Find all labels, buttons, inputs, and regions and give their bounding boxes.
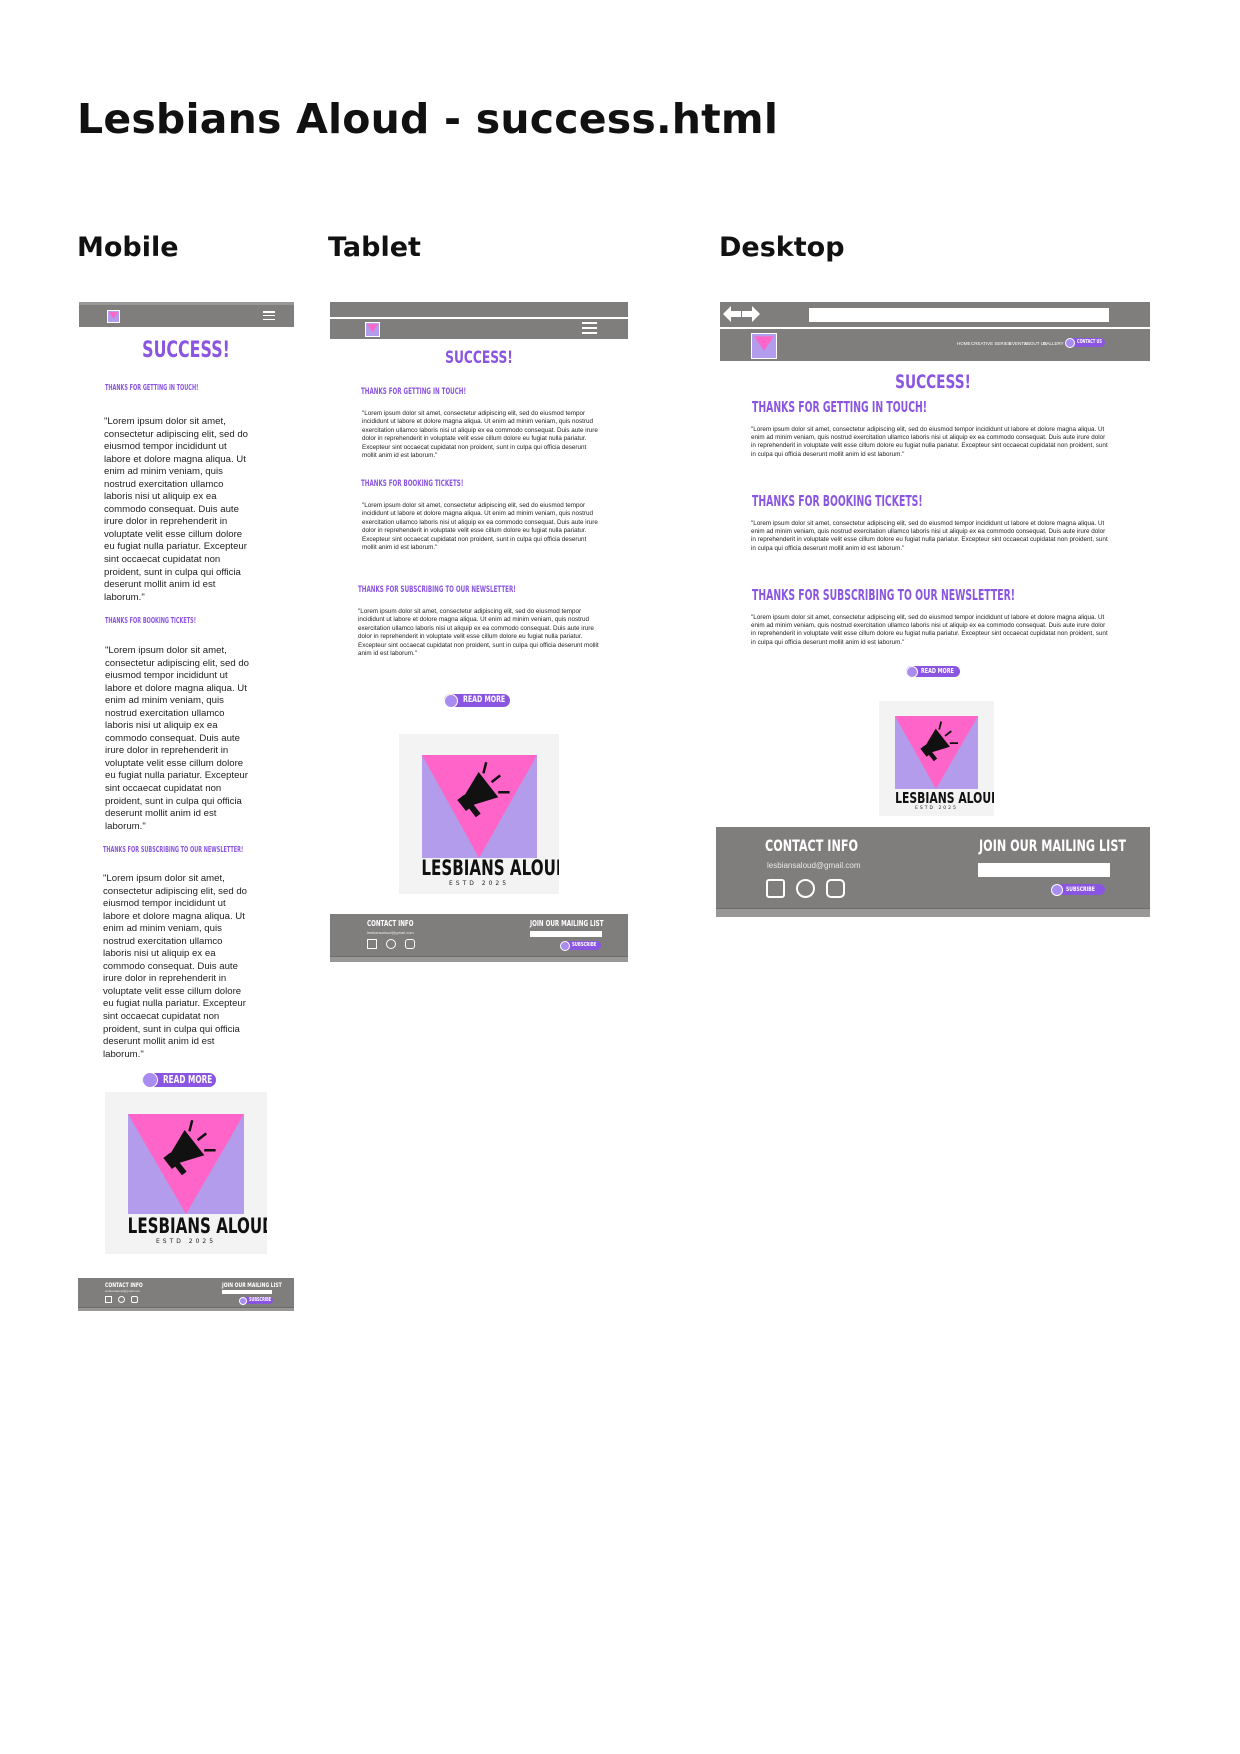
desktop-logo-name: LESBIANS ALOUD bbox=[895, 789, 994, 807]
desktop-section-text: "Lorem ipsum dolor sit amet, consectetur… bbox=[751, 520, 1108, 552]
page-title: Lesbians Aloud - success.html bbox=[77, 95, 779, 143]
desktop-logo-card: LESBIANS ALOUD ESTD 2025 bbox=[879, 701, 994, 816]
mobile-section-title: THANKS FOR GETTING IN TOUCH! bbox=[105, 383, 199, 392]
mobile-logo-name: LESBIANS ALOUD bbox=[127, 1214, 267, 1238]
desktop-contact-title: CONTACT INFO bbox=[765, 836, 859, 855]
desktop-read-more-button[interactable]: READ MORE bbox=[906, 666, 960, 678]
desktop-section-title: THANKS FOR GETTING IN TOUCH! bbox=[752, 398, 928, 416]
mobile-email[interactable]: lesbiansaloud@gmail.com bbox=[105, 1289, 140, 1293]
mobile-section-title: THANKS FOR SUBSCRIBING TO OUR NEWSLETTER… bbox=[103, 845, 244, 854]
mobile-logo-est: ESTD 2025 bbox=[155, 1238, 217, 1245]
mobile-mockup: SUCCESS! THANKS FOR GETTING IN TOUCH! "L… bbox=[78, 302, 294, 1312]
url-bar[interactable] bbox=[809, 308, 1109, 322]
tablet-read-more-button[interactable]: READ MORE bbox=[444, 694, 510, 708]
desktop-section-title: THANKS FOR SUBSCRIBING TO OUR NEWSLETTER… bbox=[752, 586, 1015, 604]
mobile-section-title: THANKS FOR BOOKING TICKETS! bbox=[105, 616, 196, 625]
tablet-contact-title: CONTACT INFO bbox=[367, 919, 414, 928]
tablet-label: Tablet bbox=[328, 232, 421, 263]
tablet-section-text: "Lorem ipsum dolor sit amet, consectetur… bbox=[358, 608, 599, 658]
mobile-contact-title: CONTACT INFO bbox=[105, 1281, 143, 1289]
desktop-label: Desktop bbox=[719, 232, 845, 263]
tablet-section-title: THANKS FOR SUBSCRIBING TO OUR NEWSLETTER… bbox=[358, 585, 516, 595]
x-icon[interactable] bbox=[118, 1296, 125, 1303]
nav-link-home[interactable]: HOME bbox=[957, 341, 971, 346]
tablet-mailing-input[interactable] bbox=[530, 931, 602, 937]
tablet-navbar bbox=[330, 319, 628, 339]
tablet-section-title: THANKS FOR GETTING IN TOUCH! bbox=[361, 387, 467, 397]
tablet-top-strip bbox=[330, 302, 628, 317]
tablet-email[interactable]: lesbiansaloud@gmail.com bbox=[367, 930, 414, 935]
tablet-mockup: SUCCESS! THANKS FOR GETTING IN TOUCH! "L… bbox=[330, 302, 628, 962]
tablet-success-heading: SUCCESS! bbox=[445, 348, 513, 368]
mobile-section-text: "Lorem ipsum dolor sit amet, consectetur… bbox=[103, 873, 247, 1060]
desktop-mailing-title: JOIN OUR MAILING LIST bbox=[979, 836, 1127, 855]
tablet-logo-est: ESTD 2025 bbox=[448, 880, 510, 887]
tablet-mailing-title: JOIN OUR MAILING LIST bbox=[530, 919, 604, 928]
tablet-logo-card: LESBIANS ALOUD ESTD 2025 bbox=[399, 734, 559, 894]
tablet-footer: CONTACT INFO lesbiansaloud@gmail.com JOI… bbox=[330, 914, 628, 962]
tablet-nav-logo[interactable] bbox=[365, 322, 380, 337]
hamburger-menu-icon[interactable] bbox=[582, 322, 597, 334]
mobile-section-text: "Lorem ipsum dolor sit amet, consectetur… bbox=[105, 645, 249, 832]
tablet-section-text: "Lorem ipsum dolor sit amet, consectetur… bbox=[362, 410, 598, 460]
facebook-icon[interactable] bbox=[105, 1296, 112, 1303]
hamburger-menu-icon[interactable] bbox=[263, 311, 275, 321]
mobile-read-more-button[interactable]: READ MORE bbox=[142, 1072, 216, 1088]
mobile-mailing-title: JOIN OUR MAILING LIST bbox=[222, 1281, 282, 1289]
browser-bar bbox=[720, 302, 1150, 327]
desktop-nav-logo[interactable] bbox=[751, 333, 777, 359]
instagram-icon[interactable] bbox=[826, 879, 845, 898]
facebook-icon[interactable] bbox=[367, 939, 377, 949]
desktop-section-title: THANKS FOR BOOKING TICKETS! bbox=[752, 492, 923, 510]
desktop-section-text: "Lorem ipsum dolor sit amet, consectetur… bbox=[751, 614, 1108, 646]
x-icon[interactable] bbox=[386, 939, 396, 949]
tablet-section-title: THANKS FOR BOOKING TICKETS! bbox=[361, 479, 464, 489]
mobile-subscribe-button[interactable]: SUBSCRIBE bbox=[239, 1297, 273, 1305]
desktop-section-text: "Lorem ipsum dolor sit amet, consectetur… bbox=[751, 426, 1108, 458]
mobile-footer: CONTACT INFO lesbiansaloud@gmail.com JOI… bbox=[78, 1278, 294, 1311]
back-arrow-icon[interactable] bbox=[723, 306, 741, 322]
tablet-section-text: "Lorem ipsum dolor sit amet, consectetur… bbox=[362, 502, 598, 552]
facebook-icon[interactable] bbox=[766, 879, 785, 898]
desktop-mockup: HOME CREATIVE SERIES EVENTS ABOUT US GAL… bbox=[716, 302, 1150, 917]
forward-arrow-icon[interactable] bbox=[742, 306, 760, 322]
tablet-logo-name: LESBIANS ALOUD bbox=[421, 856, 559, 880]
instagram-icon[interactable] bbox=[405, 939, 415, 949]
desktop-mailing-input[interactable] bbox=[978, 863, 1110, 877]
desktop-subscribe-button[interactable]: SUBSCRIBE bbox=[1051, 884, 1105, 896]
mobile-nav-logo[interactable] bbox=[107, 310, 120, 323]
desktop-navbar: HOME CREATIVE SERIES EVENTS ABOUT US GAL… bbox=[720, 329, 1150, 361]
instagram-icon[interactable] bbox=[131, 1296, 138, 1303]
contact-us-button[interactable]: CONTACT US bbox=[1065, 338, 1105, 348]
mobile-mailing-input[interactable] bbox=[222, 1290, 272, 1294]
desktop-success-heading: SUCCESS! bbox=[895, 371, 971, 393]
mobile-navbar bbox=[79, 302, 294, 327]
desktop-footer: CONTACT INFO lesbiansaloud@gmail.com JOI… bbox=[716, 827, 1150, 917]
mobile-section-text: "Lorem ipsum dolor sit amet, consectetur… bbox=[104, 416, 248, 603]
x-icon[interactable] bbox=[796, 879, 815, 898]
mobile-logo-card: LESBIANS ALOUD ESTD 2025 bbox=[105, 1092, 267, 1254]
desktop-email[interactable]: lesbiansaloud@gmail.com bbox=[767, 861, 861, 870]
desktop-logo-est: ESTD 2025 bbox=[915, 806, 958, 811]
mobile-label: Mobile bbox=[77, 232, 179, 263]
tablet-subscribe-button[interactable]: SUBSCRIBE bbox=[560, 941, 601, 951]
mobile-success-heading: SUCCESS! bbox=[142, 338, 230, 363]
nav-link-creative-series[interactable]: CREATIVE SERIES bbox=[971, 341, 1011, 346]
nav-link-gallery[interactable]: GALLERY bbox=[1043, 341, 1064, 346]
